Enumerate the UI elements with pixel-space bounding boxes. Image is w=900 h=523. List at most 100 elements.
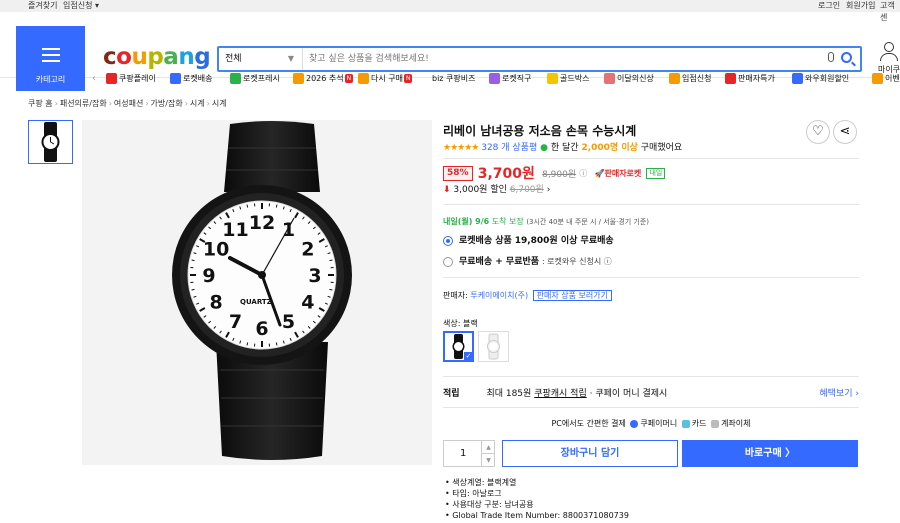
breadcrumb-item[interactable]: 가방/잡화	[151, 99, 183, 108]
quantity-value[interactable]: 1	[460, 448, 466, 459]
thumbs-up-icon: ●	[540, 143, 548, 153]
logo-letter: n	[178, 44, 195, 70]
quantity-down-icon[interactable]: ▼	[481, 454, 495, 467]
logo-letter: c	[103, 44, 117, 70]
watch-numeral: 10	[203, 239, 229, 261]
watch-numeral: 5	[282, 311, 295, 333]
coupang-cash-link[interactable]: 쿠팡캐시 적립	[534, 389, 587, 399]
seller-label: 판매자:	[443, 291, 468, 300]
spec-item: Global Trade Item Number: 8800371080739	[445, 510, 629, 521]
price-row: 58% 3,700원 8,900원 ⓘ 🚀판매자로켓 내일	[443, 163, 666, 183]
radio-selected[interactable]	[443, 235, 453, 246]
share-icon[interactable]: ⋖	[833, 120, 857, 144]
benefit-link[interactable]: 혜택보기 ›	[819, 386, 859, 399]
nav-item[interactable]: 와우회원할인	[792, 70, 849, 88]
nav-item[interactable]: 판매자특가	[725, 70, 775, 88]
nav-item[interactable]: 입점신청	[669, 70, 711, 88]
buy-now-button[interactable]: 바로구매 〉	[682, 440, 858, 467]
bank-icon	[711, 419, 720, 428]
nav-item[interactable]: 쿠팡플레이	[106, 70, 156, 88]
add-to-cart-button[interactable]: 장바구니 담기	[502, 440, 678, 467]
new-icon	[604, 73, 615, 84]
watch-tick	[191, 288, 195, 291]
coupon-row[interactable]: ⬇ 3,000원 할인 6,700원 ›	[443, 182, 550, 195]
breadcrumb-separator-icon: ›	[145, 99, 149, 108]
coupon-original-price: 6,700원	[509, 185, 544, 195]
top-utility-bar: 즐겨찾기 입점신청 ▾ 로그인 회원가입 고객센	[0, 0, 900, 22]
login-link[interactable]: 로그인	[818, 0, 840, 12]
points-condition: · 쿠페이 머니 결제시	[589, 389, 668, 399]
nav-item[interactable]: 2026 추석 N	[293, 70, 354, 88]
watch-tick	[329, 259, 333, 262]
shipping-option-wow[interactable]: 무료배송 + 무료반품 : 로켓와우 신청시 ⓘ	[443, 254, 612, 267]
nav-item[interactable]: biz 쿠팡비즈	[432, 70, 475, 88]
quantity-stepper[interactable]: 1 ▲ ▼	[443, 440, 495, 467]
search-category-value: 전체	[225, 54, 242, 64]
play-icon	[106, 73, 117, 84]
search-category-select[interactable]: 전체 ▼	[219, 48, 303, 70]
breadcrumb-item[interactable]: 여성패션	[114, 99, 143, 108]
nav-item[interactable]: 이달의신상	[604, 70, 654, 88]
divider	[443, 376, 859, 377]
watch-numeral: 4	[301, 292, 314, 314]
new-badge: N	[344, 74, 354, 83]
option-detail: : 로켓와우 신청시 ⓘ	[541, 257, 612, 266]
nav-item-label: 이벤트	[885, 74, 900, 83]
nav-item[interactable]: 로켓배송	[170, 70, 212, 88]
nav-item[interactable]: 이벤트	[872, 70, 900, 88]
quantity-up-icon[interactable]: ▲	[481, 441, 495, 454]
search-input[interactable]	[309, 50, 809, 68]
breadcrumb-item[interactable]: 패션의류/잡화	[60, 99, 107, 108]
nav-item-label: 로켓직구	[502, 74, 532, 83]
store-icon	[669, 73, 680, 84]
nav-left-arrow-icon[interactable]: ‹	[92, 73, 96, 84]
watch-numeral: 1	[282, 219, 295, 241]
microphone-icon[interactable]	[828, 52, 834, 62]
monthly-prefix: 한 달간	[550, 143, 579, 153]
info-icon[interactable]: ⓘ	[579, 169, 587, 178]
store-apply-link[interactable]: 입점신청 ▾	[63, 0, 99, 12]
pc-payment-row: PC에서도 간편한 결제 쿠페이머니 카드 계좌이체	[443, 418, 859, 429]
rocket-seller-badge: 🚀판매자로켓	[594, 168, 642, 178]
watch-numeral: 3	[308, 265, 321, 287]
watch-tick	[191, 259, 195, 262]
breadcrumb-item[interactable]: 시계	[190, 99, 205, 108]
watch-numeral: 8	[209, 292, 222, 314]
nav-item[interactable]: 로켓프레시	[230, 70, 280, 88]
breadcrumb-item[interactable]: 시계	[212, 99, 227, 108]
spec-item: 타입: 아날로그	[445, 488, 629, 499]
chevron-down-icon: ▼	[287, 54, 294, 63]
goldbox-icon	[547, 73, 558, 84]
seller-products-button[interactable]: 판매자 상품 보러가기	[532, 290, 612, 301]
color-option-black[interactable]: ✓	[443, 331, 474, 362]
nav-item[interactable]: 골드박스	[547, 70, 589, 88]
product-thumbnail[interactable]	[28, 120, 73, 164]
rating-row: ★★★★★ 328 개 상품평 ● 한 달간 2,000명 이상 구매했어요	[443, 140, 682, 153]
monthly-suffix: 구매했어요	[640, 143, 683, 153]
nav-item-label: 로켓프레시	[243, 74, 280, 83]
category-button[interactable]: 카테고리	[16, 26, 85, 91]
logo-letter: a	[163, 44, 179, 70]
nav-item[interactable]: 로켓직구	[489, 70, 531, 88]
nav-item[interactable]: 다시 구매 N	[358, 70, 413, 88]
divider	[443, 204, 859, 205]
seller-row: 판매자: 투케이에이치(주) 판매자 상품 보러가기	[443, 290, 612, 301]
heart-icon[interactable]: ♡	[806, 120, 830, 144]
signup-link[interactable]: 회원가입	[846, 0, 875, 12]
watch-numeral: 6	[255, 318, 268, 340]
coupang-logo[interactable]: coupang	[103, 44, 211, 70]
favorites-link[interactable]: 즐겨찾기	[28, 0, 57, 12]
product-main-image[interactable]: 12 1 2 3 4 5 6 7 8 9 10 11 QUARTZ	[82, 120, 432, 465]
nav-item-label: 2026 추석	[306, 74, 344, 83]
breadcrumb-item[interactable]: 쿠팡 홈	[28, 99, 53, 108]
review-count-link[interactable]: 328 개 상품평	[481, 143, 537, 153]
seller-name-link[interactable]: 투케이에이치(주)	[470, 291, 528, 300]
color-option-white[interactable]	[478, 331, 509, 362]
option-title: 무료배송 + 무료반품	[459, 257, 540, 267]
spec-item: 사용대상 구분: 남녀공용	[445, 499, 629, 510]
rebuy-icon	[358, 73, 369, 84]
search-icon[interactable]	[841, 52, 852, 63]
shipping-option-rocket[interactable]: 로켓배송 상품 19,800원 이상 무료배송	[443, 233, 614, 246]
radio-unselected[interactable]	[443, 256, 453, 267]
white-watch-swatch	[487, 333, 500, 360]
